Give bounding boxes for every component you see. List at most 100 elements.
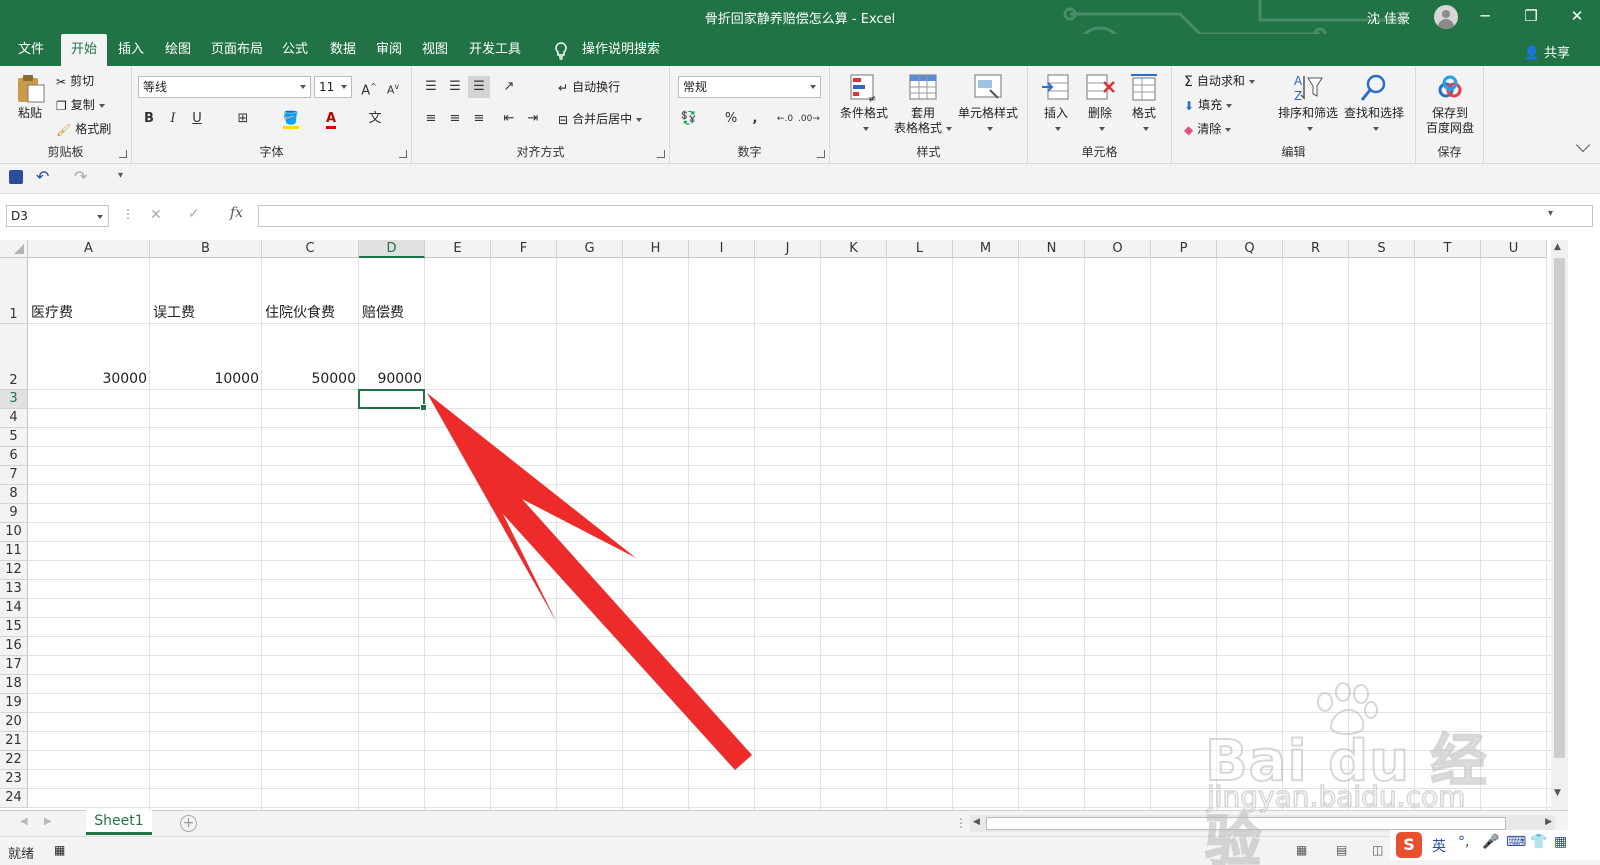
cell-c2[interactable]: 50000: [262, 370, 356, 389]
row-header[interactable]: 11: [0, 542, 28, 561]
column-header[interactable]: K: [821, 240, 887, 258]
increase-indent-icon[interactable]: ⇥: [522, 108, 544, 130]
insert-function-icon[interactable]: fx: [230, 205, 243, 221]
paste-button[interactable]: 粘贴: [10, 72, 50, 121]
column-header[interactable]: E: [425, 240, 491, 258]
vertical-scrollbar[interactable]: ▲ ▼: [1551, 240, 1568, 812]
cancel-icon[interactable]: ✕: [150, 207, 162, 223]
row-header[interactable]: 13: [0, 580, 28, 599]
sheet-tab[interactable]: Sheet1: [86, 810, 152, 835]
page-break-view-icon[interactable]: ◫: [1372, 843, 1383, 857]
row-header[interactable]: 1: [0, 258, 28, 324]
underline-button[interactable]: U: [186, 108, 208, 130]
formula-input[interactable]: [258, 205, 1593, 227]
column-header[interactable]: H: [623, 240, 689, 258]
fill-color-button[interactable]: 🪣: [280, 108, 302, 130]
cell-a2[interactable]: 30000: [28, 370, 147, 389]
worksheet-grid[interactable]: A B C D E F G H I J K L M N O P Q R S T U 1 2 3 4 5 6 7 8 9 10 11 12 13 14…: [0, 240, 1568, 810]
row-header[interactable]: 21: [0, 732, 28, 751]
italic-button[interactable]: I: [162, 108, 184, 130]
column-header[interactable]: N: [1019, 240, 1085, 258]
phonetic-button[interactable]: 文: [364, 108, 386, 130]
row-header[interactable]: 3: [0, 390, 28, 409]
number-format-select[interactable]: 常规: [678, 76, 821, 98]
align-right-icon[interactable]: ≡: [468, 108, 490, 130]
page-layout-view-icon[interactable]: ▤: [1336, 843, 1347, 857]
conditional-format-button[interactable]: ≠ 条件格式: [836, 72, 892, 136]
share-button[interactable]: 👤 共享: [1524, 42, 1570, 61]
normal-view-icon[interactable]: ▦: [1296, 843, 1307, 857]
borders-button[interactable]: ⊞: [232, 108, 254, 130]
alignment-launcher[interactable]: [657, 150, 665, 158]
row-header[interactable]: 19: [0, 694, 28, 713]
tab-file[interactable]: 文件: [8, 34, 54, 66]
keyboard-icon[interactable]: ⌨: [1506, 834, 1526, 850]
save-icon[interactable]: [9, 170, 23, 184]
column-header[interactable]: M: [953, 240, 1019, 258]
row-header[interactable]: 18: [0, 675, 28, 694]
cell-b2[interactable]: 10000: [150, 370, 259, 389]
tab-insert[interactable]: 插入: [108, 34, 154, 66]
format-as-table-button[interactable]: 套用 表格格式: [890, 72, 956, 136]
customize-qat-icon[interactable]: ▾: [118, 170, 123, 181]
format-painter-button[interactable]: 🖌 格式刷: [56, 118, 111, 140]
row-header[interactable]: 17: [0, 656, 28, 675]
cell-c1[interactable]: 住院伙食费: [265, 304, 335, 323]
row-header[interactable]: 10: [0, 523, 28, 542]
column-header[interactable]: P: [1151, 240, 1217, 258]
merge-center-button[interactable]: ⊟ 合并后居中: [558, 108, 643, 130]
tell-me-search[interactable]: 操作说明搜索: [572, 34, 670, 66]
autosum-button[interactable]: Σ 自动求和: [1184, 70, 1255, 92]
select-all-corner[interactable]: [0, 240, 28, 258]
row-header[interactable]: 9: [0, 504, 28, 523]
align-center-icon[interactable]: ≡: [444, 108, 466, 130]
tab-page-layout[interactable]: 页面布局: [201, 34, 273, 66]
tab-data[interactable]: 数据: [320, 34, 366, 66]
align-bottom-icon[interactable]: ☰: [468, 76, 490, 98]
close-button[interactable]: ✕: [1554, 0, 1600, 32]
redo-icon[interactable]: ↷: [74, 167, 87, 186]
tab-view[interactable]: 视图: [412, 34, 458, 66]
clipboard-launcher[interactable]: [119, 150, 127, 158]
row-header[interactable]: 15: [0, 618, 28, 637]
accounting-icon[interactable]: 💱: [678, 108, 700, 130]
increase-decimal-icon[interactable]: ←.0: [774, 108, 796, 130]
column-header[interactable]: U: [1481, 240, 1547, 258]
clear-button[interactable]: ◆ 清除: [1184, 118, 1232, 140]
prev-sheet-icon[interactable]: ◀: [20, 816, 28, 827]
align-top-icon[interactable]: ☰: [420, 76, 442, 98]
grow-font-button[interactable]: A^: [358, 76, 380, 98]
row-header[interactable]: 8: [0, 485, 28, 504]
tab-developer[interactable]: 开发工具: [459, 34, 531, 66]
column-header[interactable]: S: [1349, 240, 1415, 258]
decrease-indent-icon[interactable]: ⇤: [498, 108, 520, 130]
save-to-baidu-button[interactable]: 保存到 百度网盘: [1420, 72, 1480, 136]
row-header[interactable]: 6: [0, 447, 28, 466]
skin-icon[interactable]: 👕: [1530, 834, 1547, 850]
column-header[interactable]: L: [887, 240, 953, 258]
row-header[interactable]: 12: [0, 561, 28, 580]
row-header[interactable]: 20: [0, 713, 28, 732]
column-header[interactable]: G: [557, 240, 623, 258]
wrap-text-button[interactable]: ↵ 自动换行: [558, 76, 620, 98]
column-header[interactable]: I: [689, 240, 755, 258]
toolbox-icon[interactable]: ▦: [1554, 834, 1567, 850]
cell-d2[interactable]: 90000: [359, 370, 422, 389]
tab-formulas[interactable]: 公式: [272, 34, 318, 66]
collapse-ribbon-icon[interactable]: [1575, 137, 1591, 153]
row-header[interactable]: 2: [0, 324, 28, 390]
row-header[interactable]: 7: [0, 466, 28, 485]
column-header[interactable]: O: [1085, 240, 1151, 258]
column-header[interactable]: Q: [1217, 240, 1283, 258]
row-header[interactable]: 4: [0, 409, 28, 428]
next-sheet-icon[interactable]: ▶: [44, 816, 52, 827]
font-name-select[interactable]: 等线: [138, 76, 311, 98]
restore-button[interactable]: ❐: [1508, 0, 1554, 32]
cell-styles-button[interactable]: 单元格样式: [954, 72, 1022, 136]
sort-filter-button[interactable]: AZ 排序和筛选: [1276, 72, 1340, 136]
delete-cells-button[interactable]: 删除: [1080, 72, 1120, 136]
cell-a1[interactable]: 医疗费: [31, 304, 73, 323]
orientation-icon[interactable]: ↗: [498, 76, 520, 98]
comma-button[interactable]: ,: [744, 108, 766, 130]
minimize-button[interactable]: ─: [1462, 0, 1508, 32]
